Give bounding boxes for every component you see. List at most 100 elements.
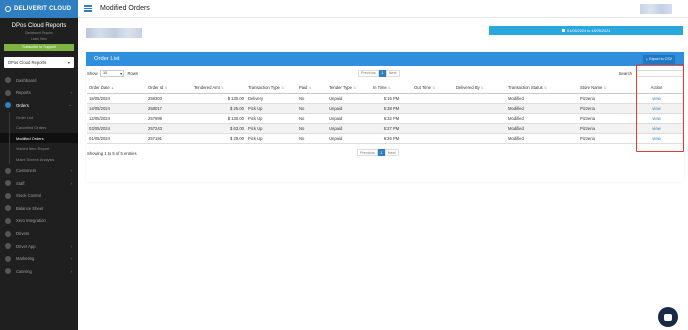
column-header[interactable]: Transaction Type ⇅ bbox=[246, 83, 297, 94]
subscribe-button[interactable]: Subscribe to Support bbox=[4, 44, 74, 51]
column-header[interactable]: Tendered Amt ⇅ bbox=[192, 83, 246, 94]
report-select-value: DPos Cloud Reports bbox=[8, 60, 47, 65]
delivered-by bbox=[454, 123, 506, 134]
chat-button[interactable] bbox=[658, 307, 678, 327]
transaction-type: Pick Up bbox=[246, 113, 297, 124]
date-range-label: 01/05/2024 to 18/05/2024 bbox=[567, 28, 611, 33]
sidebar-item-customers[interactable]: Customers › bbox=[0, 164, 78, 177]
column-header[interactable]: Order Date ▲ bbox=[87, 83, 146, 94]
column-header[interactable]: In Time ⇅ bbox=[371, 83, 412, 94]
sidebar-item-label: Orders bbox=[16, 102, 29, 108]
order-date: 12/05/2024 bbox=[87, 113, 146, 124]
sidebar-item-balance-sheet[interactable]: Balance Sheet bbox=[0, 202, 78, 215]
sidebar-item-xero-integration[interactable]: Xero Integration bbox=[0, 215, 78, 228]
order-date: 18/05/2024 bbox=[87, 93, 146, 104]
column-header[interactable]: Order Id ⇅ bbox=[146, 83, 192, 94]
sidebar-learn-link[interactable]: Learn Here bbox=[0, 37, 78, 41]
column-header[interactable]: Paid ⇅ bbox=[297, 83, 327, 94]
chevron-down-icon: ⌄ bbox=[68, 102, 72, 108]
sidebar-item-label: Xero Integration bbox=[16, 218, 46, 224]
table-row: 01/05/2024 257191 $ 29.00 Pick Up No Unp… bbox=[87, 133, 683, 144]
brand-logo[interactable]: DELIVERIT CLOUD bbox=[0, 0, 78, 18]
out-time bbox=[412, 123, 454, 134]
pagination-top: Previous 1 Next bbox=[358, 69, 400, 77]
xero-icon bbox=[5, 217, 11, 224]
chevron-down-icon: ▾ bbox=[67, 60, 70, 65]
transaction-type: Pick Up bbox=[246, 103, 297, 114]
balance-sheet-icon bbox=[5, 205, 11, 212]
chevron-right-icon: › bbox=[70, 268, 73, 274]
column-header[interactable]: Out Time ⇅ bbox=[412, 83, 454, 94]
sidebar-subitem-order-list[interactable]: Order List bbox=[0, 111, 78, 123]
transaction-status: Modified bbox=[506, 93, 578, 104]
sort-icon: ⇅ bbox=[221, 86, 224, 91]
sidebar-item-marketing[interactable]: Marketing › bbox=[0, 252, 78, 265]
report-select[interactable]: DPos Cloud Reports ▾ bbox=[4, 57, 74, 68]
transaction-type: Pick Up bbox=[246, 123, 297, 134]
sidebar-item-label: Balance Sheet bbox=[16, 205, 44, 211]
table-row: 14/05/2024 258017 $ 25.00 Pick Up No Unp… bbox=[87, 103, 683, 114]
tendered-amount: $ 29.00 bbox=[192, 133, 246, 144]
out-time bbox=[412, 103, 454, 114]
sidebar-item-drivers[interactable]: Drivers bbox=[0, 227, 78, 240]
sidebar-item-label: Driver App bbox=[16, 243, 36, 249]
store-name: Pizzeria bbox=[578, 133, 630, 144]
sidebar-item-driver-app[interactable]: Driver App › bbox=[0, 240, 78, 253]
order-id: 257191 bbox=[146, 133, 192, 144]
sort-icon: ⇅ bbox=[432, 86, 436, 91]
next-page-button[interactable]: Next bbox=[385, 69, 400, 77]
page-number-button[interactable]: 1 bbox=[377, 149, 385, 156]
tender-type: Unpaid bbox=[327, 123, 371, 134]
page-number-button[interactable]: 1 bbox=[378, 69, 386, 77]
column-header[interactable]: Delivered By ⇅ bbox=[454, 83, 506, 94]
transaction-status: Modified bbox=[506, 123, 578, 134]
order-date: 01/05/2024 bbox=[87, 133, 146, 144]
top-bar: DELIVERIT CLOUD Modified Orders bbox=[0, 0, 688, 18]
paid: No bbox=[297, 123, 327, 134]
panel-header: Order List ⤓ Export to CSV bbox=[86, 52, 684, 66]
column-header[interactable]: Tender Type ⇅ bbox=[327, 83, 371, 94]
store-name: Pizzeria bbox=[578, 113, 630, 124]
paid: No bbox=[297, 93, 327, 104]
chevron-right-icon: › bbox=[70, 168, 73, 174]
drivers-icon bbox=[5, 230, 11, 237]
chevron-down-icon: ▾ bbox=[120, 71, 122, 76]
previous-page-button[interactable]: Previous bbox=[358, 69, 379, 77]
sort-icon: ⇅ bbox=[281, 86, 284, 91]
page-length-select[interactable]: 10 ▾ bbox=[100, 70, 125, 77]
export-csv-button[interactable]: ⤓ Export to CSV bbox=[643, 54, 675, 64]
sidebar-item-orders[interactable]: Orders ⌄ bbox=[0, 99, 78, 112]
action-column-highlight bbox=[636, 64, 684, 152]
sidebar-item-label: Drivers bbox=[16, 231, 30, 237]
date-range-button[interactable]: 01/05/2024 to 18/05/2024 bbox=[489, 26, 683, 35]
table-info: Showing 1 to 5 of 5 entries bbox=[87, 151, 137, 156]
sidebar-subitem-voided-item-report[interactable]: Voided Item Report bbox=[0, 143, 78, 154]
sidebar-item-reports[interactable]: Reports › bbox=[0, 87, 78, 100]
sidebar-item-staff[interactable]: Staff › bbox=[0, 177, 78, 190]
tendered-amount: $ 130.00 bbox=[192, 113, 246, 124]
next-page-button[interactable]: Next bbox=[384, 149, 399, 156]
sidebar-item-catering[interactable]: Catering › bbox=[0, 265, 78, 278]
sidebar-subitem-maint-screen-analysis[interactable]: Maint Screen Analysis bbox=[0, 153, 78, 165]
sidebar-title: DPos Cloud Reports bbox=[11, 23, 67, 29]
table-row: 03/05/2024 257243 $ 63.00 Pick Up No Unp… bbox=[87, 123, 683, 134]
sidebar-item-dashboard[interactable]: Dashboard bbox=[0, 74, 78, 87]
panel-title: Order List bbox=[94, 56, 120, 62]
tender-type: Unpaid bbox=[327, 133, 371, 144]
previous-page-button[interactable]: Previous bbox=[357, 149, 378, 156]
column-header[interactable]: Transaction Status ⇅ bbox=[506, 83, 578, 94]
sidebar-subitem-cancelled-orders[interactable]: Cancelled Orders bbox=[0, 122, 78, 133]
menu-toggle-icon[interactable] bbox=[84, 4, 92, 13]
sidebar-item-stock-control[interactable]: Stock Control bbox=[0, 189, 78, 202]
sidebar-item-label: Catering bbox=[16, 268, 32, 274]
export-csv-label: Export to CSV bbox=[649, 57, 672, 61]
store-name: Pizzeria bbox=[578, 103, 630, 114]
in-time: 5:16 PM bbox=[371, 93, 412, 104]
table-controls: Show 10 ▾ Rows Previous 1 Next Search bbox=[87, 69, 684, 79]
tender-type: Unpaid bbox=[327, 113, 371, 124]
sidebar-subitem-modified-orders[interactable]: Modified Orders bbox=[0, 132, 78, 144]
column-header[interactable]: Store Name ⇅ bbox=[578, 83, 630, 94]
user-avatar[interactable] bbox=[640, 4, 672, 14]
delivered-by bbox=[454, 113, 506, 124]
calendar-icon bbox=[561, 28, 566, 33]
